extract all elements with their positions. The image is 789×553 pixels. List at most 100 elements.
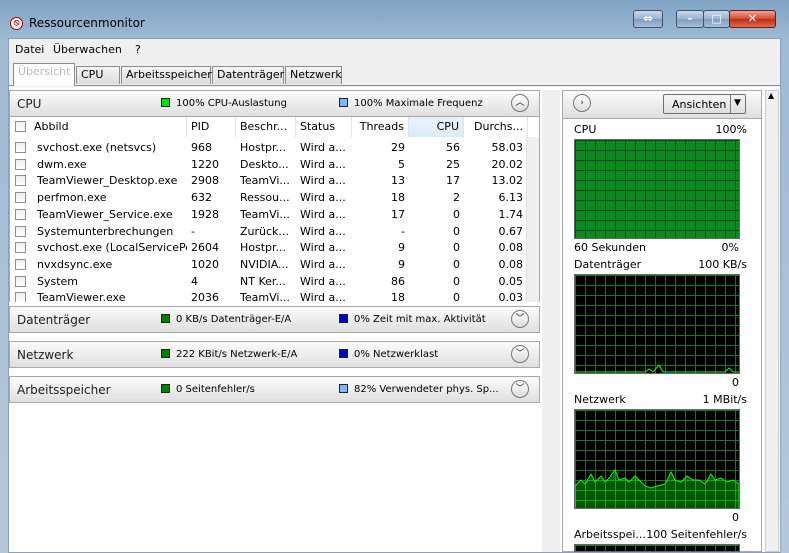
graphs-scrollbar[interactable]: ▲ [765,90,779,552]
window-title: Ressourcenmonitor [29,16,145,30]
table-cell: 9 [398,257,405,271]
column-status[interactable]: Status [296,117,352,137]
tab-strip: Übersicht CPU Arbeitsspeicher Datenträge… [9,63,780,86]
tab-overview[interactable]: Übersicht [13,63,75,86]
memory-section-title: Arbeitsspeicher [17,383,111,397]
table-cell: svchost.exe (LocalServicePee... [37,241,187,255]
disk-section-header[interactable]: Datenträger 0 KB/s Datenträger-E/A 0% Ze… [9,306,540,333]
memory-section-header[interactable]: Arbeitsspeicher 0 Seitenfehler/s 82% Ver… [9,376,540,403]
table-cell: 2036 [191,291,219,302]
table-cell: 632 [191,191,212,205]
tab-network[interactable]: Netzwerk [285,66,342,84]
pane-splitter[interactable] [542,90,560,552]
table-cell: dwm.exe [37,157,87,171]
title-bar[interactable]: ⦸ Ressourcenmonitor ⇔ – □ ✕ [0,0,789,38]
column-image[interactable]: Abbild [10,117,187,137]
menu-file[interactable]: Datei [15,43,44,56]
column-description[interactable]: Beschr... [236,117,296,137]
table-cell: 13.02 [491,174,524,188]
table-row[interactable]: Systemunterbrechungen - Zurück... Wird a...… [10,223,528,240]
row-checkbox[interactable] [15,275,26,287]
table-cell: perfmon.exe [37,191,107,205]
disk-graph [574,274,740,374]
tab-memory[interactable]: Arbeitsspeicher [121,66,212,84]
table-cell: 18 [391,191,405,205]
cpu-section-title: CPU [17,97,42,111]
column-pid[interactable]: PID [187,117,236,137]
collapse-icon[interactable]: ︿ [511,94,529,112]
menu-monitor[interactable]: Überwachen [53,43,122,56]
select-all-checkbox[interactable] [15,121,26,132]
disk-graph-title: Datenträger [574,258,642,271]
cpu-process-table: Abbild PID Beschr... Status Threads CPU … [9,117,540,302]
tab-cpu[interactable]: CPU [76,66,120,84]
column-cpu[interactable]: CPU [409,117,464,137]
expand-icon[interactable]: ﹀ [511,345,529,363]
table-cell: TeamVi... [240,207,290,221]
cpu-graph [574,139,740,239]
tab-disk[interactable]: Datenträger [212,66,284,84]
table-cell: 20.02 [491,157,524,171]
table-row[interactable]: System 4 NT Ker... Wird a... 86 0 0.05 [10,273,528,290]
row-checkbox[interactable] [15,242,26,254]
network-section-header[interactable]: Netzwerk 222 KBit/s Netzwerk-E/A 0% Netz… [9,341,540,368]
table-cell: TeamViewer.exe [37,291,126,302]
table-cell: NT Ker... [240,274,286,288]
chevron-down-icon: ▼ [734,98,741,108]
table-row[interactable]: svchost.exe (LocalServicePee... 2604 Hostp… [10,239,528,256]
table-cell: System [37,274,79,288]
column-average-cpu[interactable]: Durchs... [464,117,528,137]
table-row[interactable]: TeamViewer_Service.exe 1928 TeamVi... Wird … [10,206,528,223]
table-row[interactable]: dwm.exe 1220 Deskto... Wird a... 5 25 20.02 [10,156,528,173]
network-load-legend: 0% Netzwerklast [354,349,439,360]
table-cell: Wird a... [300,207,346,221]
column-threads[interactable]: Threads [352,117,409,137]
table-cell: 17 [391,207,405,221]
switch-view-button[interactable]: ⇔ [633,10,663,28]
row-checkbox[interactable] [15,258,26,270]
expand-icon[interactable]: ﹀ [511,310,529,328]
collapse-pane-icon[interactable]: › [573,94,591,112]
maximize-button[interactable]: □ [703,10,730,28]
memory-faults-legend: 0 Seitenfehler/s [176,384,255,395]
client-area: Datei Überwachen ? Übersicht CPU Arbeits… [8,38,781,553]
row-checkbox[interactable] [15,225,26,237]
row-checkbox[interactable] [15,192,26,204]
table-row[interactable]: perfmon.exe 632 Ressou... Wird a... 18 2 6.13 [10,189,528,206]
disk-activity-legend: 0% Zeit mit max. Aktivität [354,314,486,325]
table-cell: TeamViewer_Service.exe [37,207,173,221]
cpu-graph-max: 100% [715,123,747,136]
table-cell: 0 [453,207,460,221]
table-row[interactable]: TeamViewer_Desktop.exe 2908 TeamVi... Wird … [10,172,528,189]
graphs-pane: › Ansichten ▼ CPU 100% 60 Sekunden 0% Da… [562,90,762,552]
table-cell: 1928 [191,207,219,221]
expand-icon[interactable]: ﹀ [511,380,529,398]
memory-used-legend-swatch [339,384,348,393]
table-cell: 0.08 [498,257,524,271]
row-checkbox[interactable] [15,208,26,220]
cpu-section-header[interactable]: CPU 100% CPU-Auslastung 100% Maximale Fr… [9,90,540,117]
views-divider [730,95,731,113]
row-checkbox[interactable] [15,175,26,187]
row-checkbox[interactable] [15,292,26,302]
table-row[interactable]: nvxdsync.exe 1020 NVIDIA... Wird a... 9 0 0.08 [10,256,528,273]
table-cell: 2604 [191,241,219,255]
minimize-button[interactable]: – [676,10,704,28]
app-icon: ⦸ [10,17,23,30]
table-row[interactable]: svchost.exe (netsvcs) 968 Hostpr... Wird a.… [10,139,528,156]
table-cell: 5 [398,157,405,171]
sections-pane: CPU 100% CPU-Auslastung 100% Maximale Fr… [9,90,540,550]
close-button[interactable]: ✕ [729,10,776,28]
table-cell: Systemunterbrechungen [37,224,174,238]
disk-graph-max: 100 KB/s [698,258,747,271]
menu-help[interactable]: ? [135,43,141,56]
scroll-up-icon[interactable]: ▲ [768,91,774,100]
table-row[interactable]: TeamViewer.exe 2036 TeamVi... Wird a... 18 0 0… [10,289,528,302]
views-button[interactable]: Ansichten ▼ [663,94,746,114]
views-button-label: Ansichten [672,98,727,111]
table-cell: Wird a... [300,174,346,188]
row-checkbox[interactable] [15,158,26,170]
row-checkbox[interactable] [15,142,26,153]
table-scrollbar[interactable] [526,137,539,302]
table-cell: 25 [446,157,460,171]
